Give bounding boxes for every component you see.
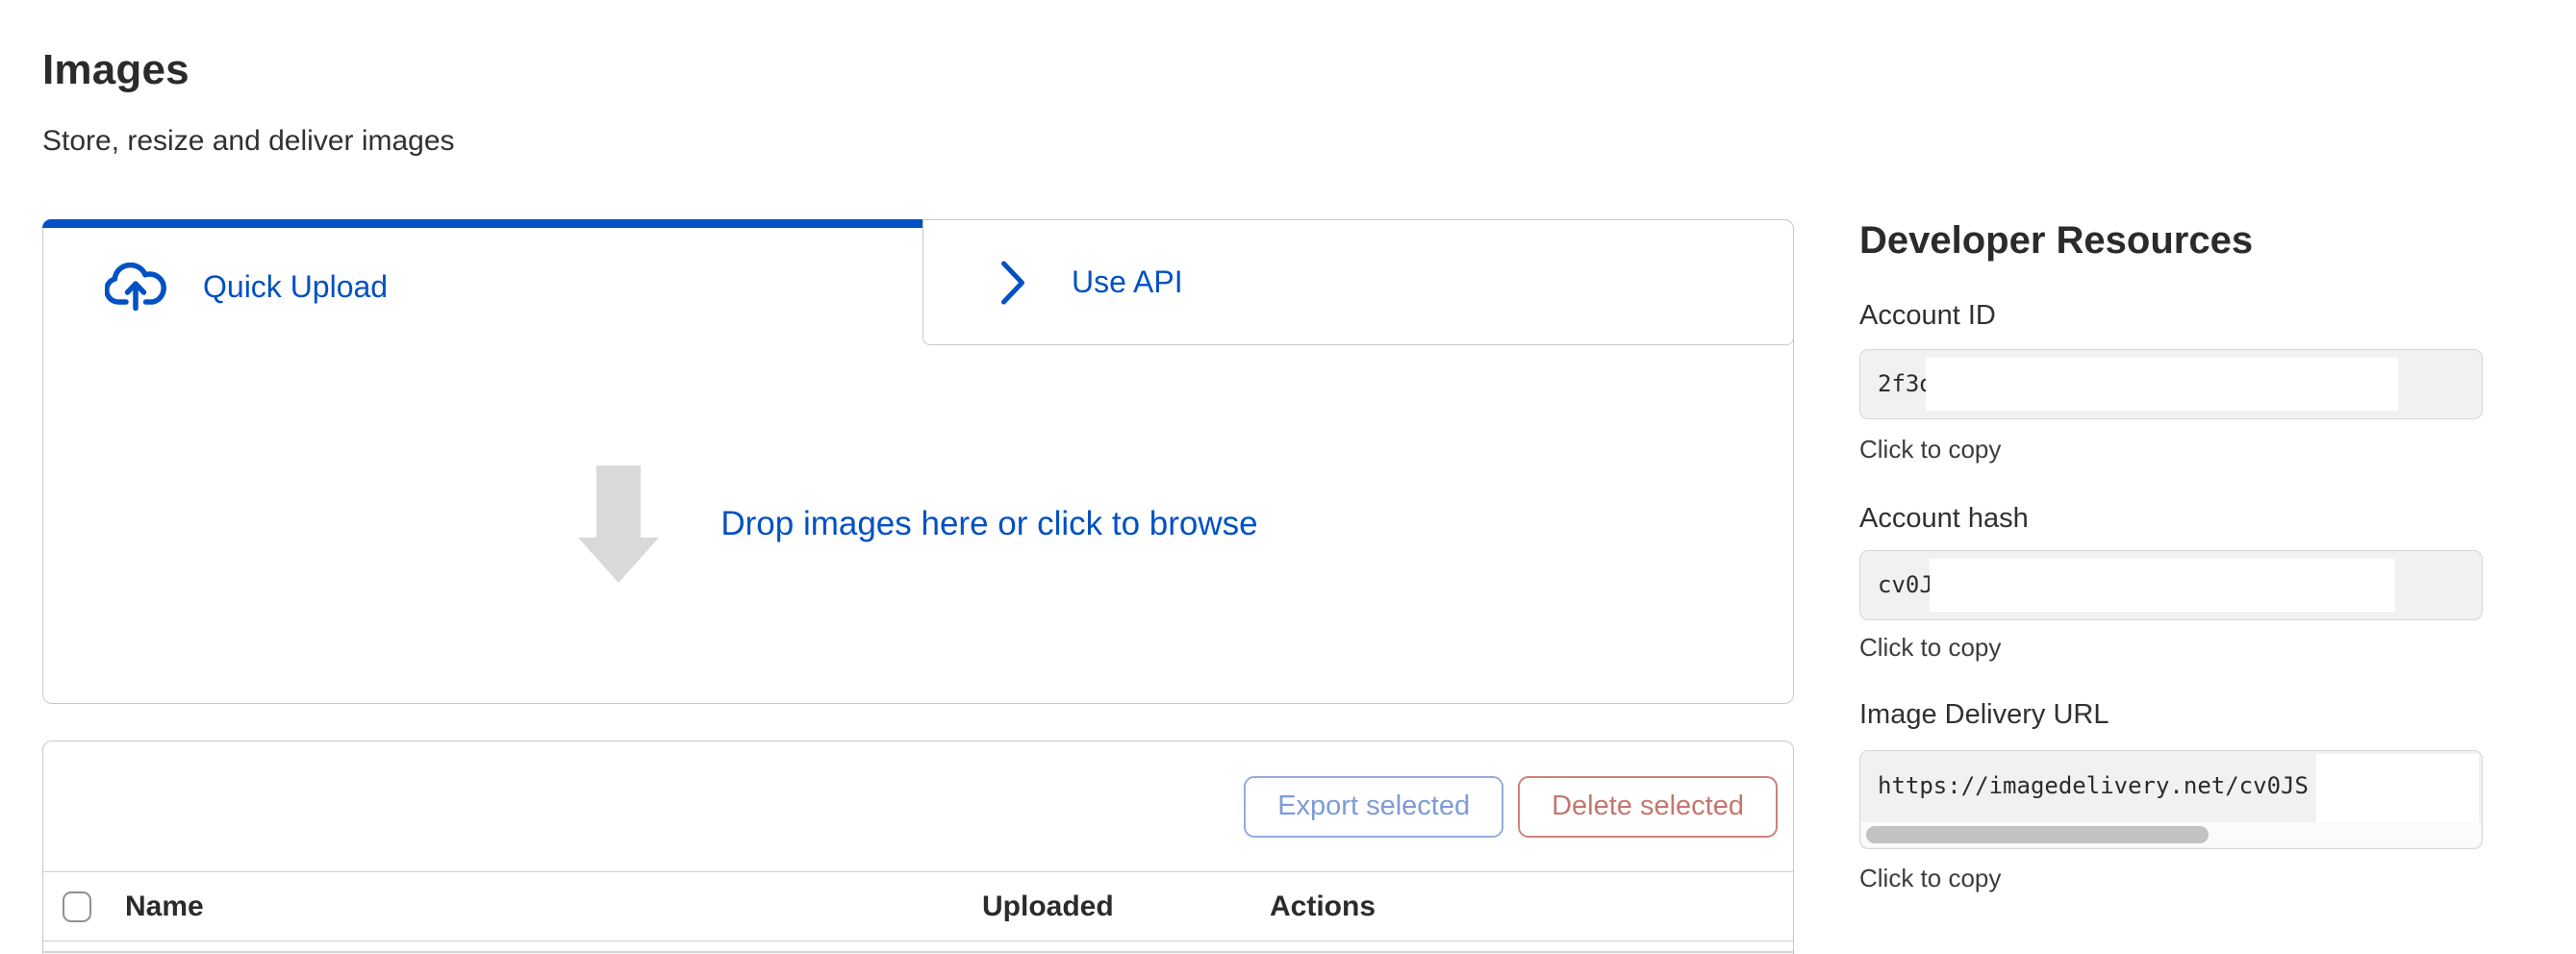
account-hash-value: cv0J — [1878, 551, 1933, 619]
delete-selected-button[interactable]: Delete selected — [1518, 776, 1778, 838]
image-delivery-url-field[interactable]: https://imagedelivery.net/cv0JS — [1859, 750, 2483, 849]
column-header-uploaded: Uploaded — [982, 891, 1114, 923]
sidebar-heading: Developer Resources — [1859, 219, 2253, 263]
developer-resources-sidebar: Developer Resources Account ID 2f3d Clic… — [1859, 0, 2483, 954]
table-row-partial — [43, 941, 1793, 953]
column-header-name: Name — [125, 891, 204, 923]
list-toolbar: Export selected Delete selected — [43, 741, 1793, 872]
account-hash-copy-hint[interactable]: Click to copy — [1859, 633, 2001, 663]
account-id-label: Account ID — [1859, 300, 1996, 332]
redaction-overlay — [1930, 559, 2395, 612]
upload-panel: Quick Upload Use API Drop images here or… — [42, 219, 1794, 704]
account-hash-label: Account hash — [1859, 503, 2029, 535]
images-page: Images Store, resize and deliver images … — [0, 0, 2576, 954]
images-list-panel: Export selected Delete selected Name Upl… — [42, 741, 1794, 954]
horizontal-scrollbar-track[interactable] — [1861, 822, 2481, 847]
tab-use-api[interactable]: Use API — [922, 219, 1794, 345]
chevron-right-icon — [998, 260, 1027, 306]
page-title: Images — [42, 46, 189, 94]
image-delivery-url-value: https://imagedelivery.net/cv0JS — [1878, 751, 2309, 821]
image-delivery-url-copy-hint[interactable]: Click to copy — [1859, 864, 2001, 893]
tab-use-api-label: Use API — [1072, 264, 1183, 300]
account-id-field[interactable]: 2f3d — [1859, 349, 2483, 419]
image-delivery-url-label: Image Delivery URL — [1859, 699, 2109, 731]
select-all-checkbox[interactable] — [63, 891, 91, 922]
column-header-actions: Actions — [1270, 891, 1376, 923]
cloud-upload-icon — [105, 263, 166, 311]
redaction-overlay — [1926, 358, 2398, 411]
redaction-overlay — [2316, 754, 2479, 822]
active-tab-indicator — [42, 219, 922, 228]
dropzone-label: Drop images here or click to browse — [720, 505, 1257, 543]
dropzone[interactable]: Drop images here or click to browse — [43, 345, 1793, 703]
arrow-down-icon — [578, 465, 659, 583]
tab-quick-upload[interactable]: Quick Upload — [43, 228, 922, 345]
table-header-row: Name Uploaded Actions — [43, 872, 1793, 941]
tab-quick-upload-label: Quick Upload — [203, 269, 388, 305]
horizontal-scrollbar-thumb[interactable] — [1866, 826, 2209, 843]
account-id-copy-hint[interactable]: Click to copy — [1859, 435, 2001, 464]
account-hash-field[interactable]: cv0J — [1859, 550, 2483, 620]
export-selected-button[interactable]: Export selected — [1244, 776, 1503, 838]
page-subtitle: Store, resize and deliver images — [42, 125, 455, 158]
